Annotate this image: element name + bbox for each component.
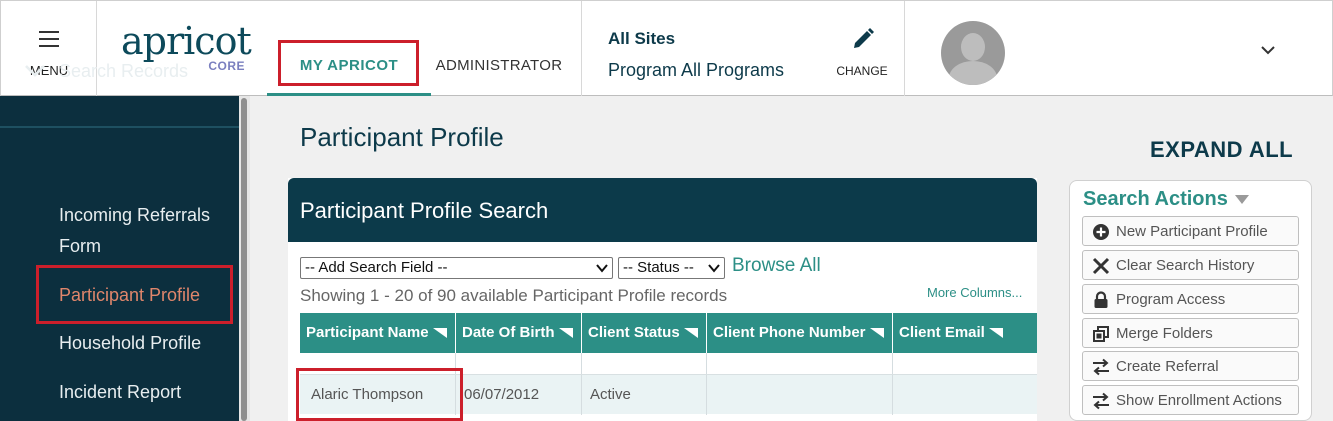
tab-my-apricot[interactable]: MY APRICOT [267, 1, 431, 96]
search-actions-label: Search Actions [1083, 188, 1228, 210]
phone-cell [707, 375, 893, 415]
status-value: -- Status -- [623, 259, 694, 276]
action-label: Show Enrollment Actions [1116, 392, 1282, 409]
search-actions-title[interactable]: Search Actions [1083, 188, 1250, 211]
hamburger-icon [39, 31, 59, 47]
swap-arrows-icon [1093, 358, 1109, 376]
lock-icon [1094, 291, 1108, 308]
more-columns-link[interactable]: More Columns... [927, 285, 1022, 300]
divider [904, 1, 905, 96]
sites-title: All Sites [608, 29, 676, 48]
records-count: Showing 1 - 20 of 90 available Participa… [300, 286, 728, 305]
divider [581, 1, 582, 96]
sidebar-item-label: Incident Report [59, 382, 182, 402]
browse-all-link[interactable]: Browse All [732, 255, 821, 277]
table-cell [456, 353, 582, 374]
sort-icon [432, 328, 447, 339]
add-search-field-select[interactable]: -- Add Search Field -- [300, 257, 613, 279]
pencil-icon [854, 28, 874, 48]
merge-icon [1093, 326, 1109, 342]
show-enrollment-actions-button[interactable]: Show Enrollment Actions [1082, 385, 1299, 415]
new-participant-profile-button[interactable]: New Participant Profile [1082, 216, 1299, 246]
highlight-box [36, 265, 233, 324]
highlight-box [296, 368, 463, 421]
email-cell [893, 375, 1037, 415]
change-button[interactable]: CHANGE [827, 23, 897, 83]
avatar[interactable] [941, 21, 1005, 85]
column-label: Client Phone Number [713, 324, 866, 341]
caret-down-icon [1235, 195, 1250, 204]
swap-arrows-icon [1093, 392, 1109, 410]
action-label: Clear Search History [1116, 257, 1255, 274]
column-label: Client Status [588, 324, 680, 341]
chevron-down-icon [596, 264, 608, 273]
tab-administrator[interactable]: ADMINISTRATOR [431, 1, 581, 96]
top-bar: MENU apricot CORE MY APRICOT ADMINISTRAT… [0, 0, 1333, 96]
x-icon [1092, 257, 1110, 275]
panel-title: Participant Profile Search [300, 198, 549, 223]
table-cell [582, 353, 707, 374]
tab-my-apricot-label: MY APRICOT [299, 57, 399, 74]
sites-program: Program All Programs [608, 60, 785, 80]
program-access-button[interactable]: Program Access [1082, 284, 1299, 314]
sort-icon [988, 328, 1003, 339]
column-label: Client Email [899, 324, 985, 341]
sidebar-item-label: Incoming Referrals [59, 205, 211, 225]
sidebar-item-incoming-referrals[interactable]: Incoming Referrals Form [59, 200, 210, 262]
avatar-body [949, 61, 997, 85]
avatar-head [961, 33, 985, 61]
action-label: Create Referral [1116, 358, 1219, 375]
sidebar-item-household-profile[interactable]: Household Profile [59, 328, 201, 359]
dob-cell: 06/07/2012 [456, 375, 582, 415]
panel-header: Participant Profile Search [288, 178, 1037, 242]
add-search-field-value: -- Add Search Field -- [305, 259, 448, 276]
action-label: Merge Folders [1116, 325, 1213, 342]
chevron-down-icon [708, 264, 720, 273]
column-label: Participant Name [306, 324, 429, 341]
plus-circle-icon [1093, 224, 1109, 240]
logo-sub: CORE [208, 59, 245, 73]
sidebar-scroll-thumb[interactable] [241, 98, 247, 421]
search-actions-panel: Search Actions New Participant Profile C… [1069, 180, 1312, 421]
status-cell: Active [582, 375, 707, 415]
change-label: CHANGE [836, 64, 888, 78]
expand-all-button[interactable]: EXPAND ALL [1150, 137, 1293, 163]
sort-icon [558, 328, 573, 339]
sidebar-item-label: Household Profile [59, 333, 202, 353]
chevron-down-icon[interactable] [1259, 41, 1277, 59]
clear-search-history-button[interactable]: Clear Search History [1082, 250, 1299, 280]
create-referral-button[interactable]: Create Referral [1082, 351, 1299, 381]
table-cell [893, 353, 1037, 374]
table-header: Participant Name Date Of Birth Client St… [300, 313, 1037, 353]
column-date-of-birth[interactable]: Date Of Birth [456, 313, 582, 353]
table-cell [707, 353, 893, 374]
sidebar-item-label: Form [59, 236, 101, 256]
column-client-phone[interactable]: Client Phone Number [707, 313, 893, 353]
action-label: Program Access [1116, 291, 1226, 308]
sort-icon [869, 328, 884, 339]
logo-word: apricot [121, 19, 252, 63]
tab-administrator-label: ADMINISTRATOR [435, 57, 563, 74]
column-label: Date Of Birth [462, 324, 555, 341]
sort-icon [683, 328, 698, 339]
page-title: Participant Profile [300, 122, 504, 152]
sidebar-section-label: Search Records [59, 61, 189, 81]
column-client-email[interactable]: Client Email [893, 313, 1037, 353]
sidebar-item-incident-report[interactable]: Incident Report [59, 377, 181, 408]
column-participant-name[interactable]: Participant Name [300, 313, 456, 353]
chevron-down-icon [25, 65, 45, 77]
merge-folders-button[interactable]: Merge Folders [1082, 318, 1299, 348]
action-label: New Participant Profile [1116, 223, 1268, 240]
column-client-status[interactable]: Client Status [582, 313, 707, 353]
status-select[interactable]: -- Status -- [618, 257, 725, 279]
sidebar-divider [0, 126, 240, 128]
